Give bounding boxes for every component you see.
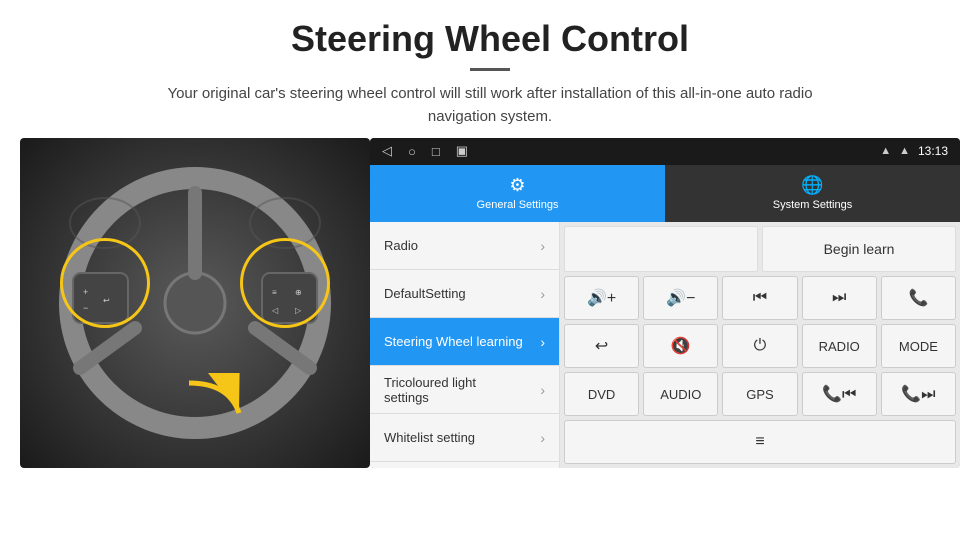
back-icon[interactable]: ◁ <box>382 143 392 159</box>
row-2: ↩ 🔇 ⏻ RADIO MODE <box>564 324 956 368</box>
phone-prev-icon: 📞⏮ <box>822 384 856 404</box>
content-area: + − ↩ ≡ ⊕ ◁ ▷ <box>0 138 980 549</box>
dvd-label: DVD <box>588 387 615 402</box>
phone-next-icon: 📞⏭ <box>901 384 935 404</box>
menu-item-whitelist[interactable]: Whitelist setting › <box>370 414 559 462</box>
row-4: ≡ <box>564 420 956 464</box>
phone-prev-button[interactable]: 📞⏮ <box>802 372 877 416</box>
menu-item-default-setting[interactable]: DefaultSetting › <box>370 270 559 318</box>
screenshot-icon[interactable]: ▣ <box>456 143 468 159</box>
phone-next-button[interactable]: 📞⏭ <box>881 372 956 416</box>
chevron-icon-whitelist: › <box>540 430 545 446</box>
row-3: DVD AUDIO GPS 📞⏮ 📞⏭ <box>564 372 956 416</box>
title-divider <box>470 68 510 71</box>
phone-icon: 📞 <box>908 288 928 308</box>
status-right: ▲ ▲ 13:13 <box>880 144 948 158</box>
android-ui-panel: ◁ ○ □ ▣ ▲ ▲ 13:13 ⚙ General Settings <box>370 138 960 468</box>
menu-item-steering[interactable]: Steering Wheel learning › <box>370 318 559 366</box>
mute-button[interactable]: 🔇 <box>643 324 718 368</box>
radio-button[interactable]: RADIO <box>802 324 877 368</box>
svg-text:⊕: ⊕ <box>295 288 302 297</box>
blank-cell <box>564 226 758 272</box>
prev-track-button[interactable]: ⏮ <box>722 276 797 320</box>
call-back-button[interactable]: ↩ <box>564 324 639 368</box>
svg-text:≡: ≡ <box>272 288 277 297</box>
mode-label: MODE <box>899 339 938 354</box>
row-1: 🔊+ 🔊− ⏮ ⏭ 📞 <box>564 276 956 320</box>
menu-list: Radio › DefaultSetting › Steering Wheel … <box>370 222 560 468</box>
next-track-button[interactable]: ⏭ <box>802 276 877 320</box>
begin-learn-button[interactable]: Begin learn <box>762 226 956 272</box>
phone-button[interactable]: 📞 <box>881 276 956 320</box>
gps-label: GPS <box>746 387 773 402</box>
top-row: Begin learn <box>564 226 956 272</box>
page-container: Steering Wheel Control Your original car… <box>0 0 980 549</box>
menu-area: Radio › DefaultSetting › Steering Wheel … <box>370 222 960 468</box>
mode-button[interactable]: MODE <box>881 324 956 368</box>
menu-icon-button[interactable]: ≡ <box>564 420 956 464</box>
tab-general-settings[interactable]: ⚙ General Settings <box>370 165 665 222</box>
status-icons: ◁ ○ □ ▣ <box>382 143 468 159</box>
volume-down-button[interactable]: 🔊− <box>643 276 718 320</box>
menu-default-label: DefaultSetting <box>384 286 540 301</box>
tab-system-label: System Settings <box>773 199 852 211</box>
volume-up-button[interactable]: 🔊+ <box>564 276 639 320</box>
steering-wheel-bg: + − ↩ ≡ ⊕ ◁ ▷ <box>20 138 370 468</box>
menu-tricolour-label: Tricoloured lightsettings <box>384 375 540 405</box>
svg-text:◁: ◁ <box>272 306 279 315</box>
power-button[interactable]: ⏻ <box>722 324 797 368</box>
audio-label: AUDIO <box>660 387 701 402</box>
menu-radio-label: Radio <box>384 238 540 253</box>
audio-button[interactable]: AUDIO <box>643 372 718 416</box>
chevron-icon-radio: › <box>540 238 545 254</box>
tab-bar: ⚙ General Settings 🌐 System Settings <box>370 165 960 222</box>
svg-text:−: − <box>83 303 88 313</box>
volume-up-icon: 🔊+ <box>587 288 616 308</box>
wifi-icon: ▲ <box>880 145 891 157</box>
dvd-button[interactable]: DVD <box>564 372 639 416</box>
header-section: Steering Wheel Control Your original car… <box>0 0 980 138</box>
tab-system-settings[interactable]: 🌐 System Settings <box>665 165 960 222</box>
prev-track-icon: ⏮ <box>753 289 767 307</box>
radio-label: RADIO <box>819 339 860 354</box>
hamburger-icon: ≡ <box>755 433 764 451</box>
svg-text:+: + <box>83 287 88 297</box>
status-bar: ◁ ○ □ ▣ ▲ ▲ 13:13 <box>370 138 960 165</box>
volume-down-icon: 🔊− <box>666 288 695 308</box>
mute-icon: 🔇 <box>671 336 691 356</box>
signal-icon: ▲ <box>899 145 910 157</box>
arrow-container <box>179 373 259 438</box>
gear-settings-icon: ⚙ <box>509 175 525 196</box>
menu-item-tricolour[interactable]: Tricoloured lightsettings › <box>370 366 559 414</box>
subtitle-text: Your original car's steering wheel contr… <box>140 83 840 128</box>
control-grid: Begin learn 🔊+ 🔊− ⏮ <box>560 222 960 468</box>
time-display: 13:13 <box>918 144 948 158</box>
gps-button[interactable]: GPS <box>722 372 797 416</box>
chevron-icon-default: › <box>540 286 545 302</box>
home-icon[interactable]: ○ <box>408 144 416 159</box>
next-track-icon: ⏭ <box>832 289 846 307</box>
call-back-icon: ↩ <box>595 336 608 356</box>
globe-icon: 🌐 <box>801 175 823 196</box>
menu-item-radio[interactable]: Radio › <box>370 222 559 270</box>
power-icon: ⏻ <box>754 337 767 355</box>
menu-whitelist-label: Whitelist setting <box>384 430 540 445</box>
chevron-icon-tricolour: › <box>540 382 545 398</box>
steering-wheel-panel: + − ↩ ≡ ⊕ ◁ ▷ <box>20 138 370 468</box>
svg-text:▷: ▷ <box>295 306 302 315</box>
menu-steering-label: Steering Wheel learning <box>384 334 540 349</box>
recents-icon[interactable]: □ <box>432 144 440 159</box>
page-title: Steering Wheel Control <box>40 18 940 60</box>
chevron-icon-steering: › <box>540 334 545 350</box>
svg-text:↩: ↩ <box>103 296 110 305</box>
tab-general-label: General Settings <box>477 199 559 211</box>
